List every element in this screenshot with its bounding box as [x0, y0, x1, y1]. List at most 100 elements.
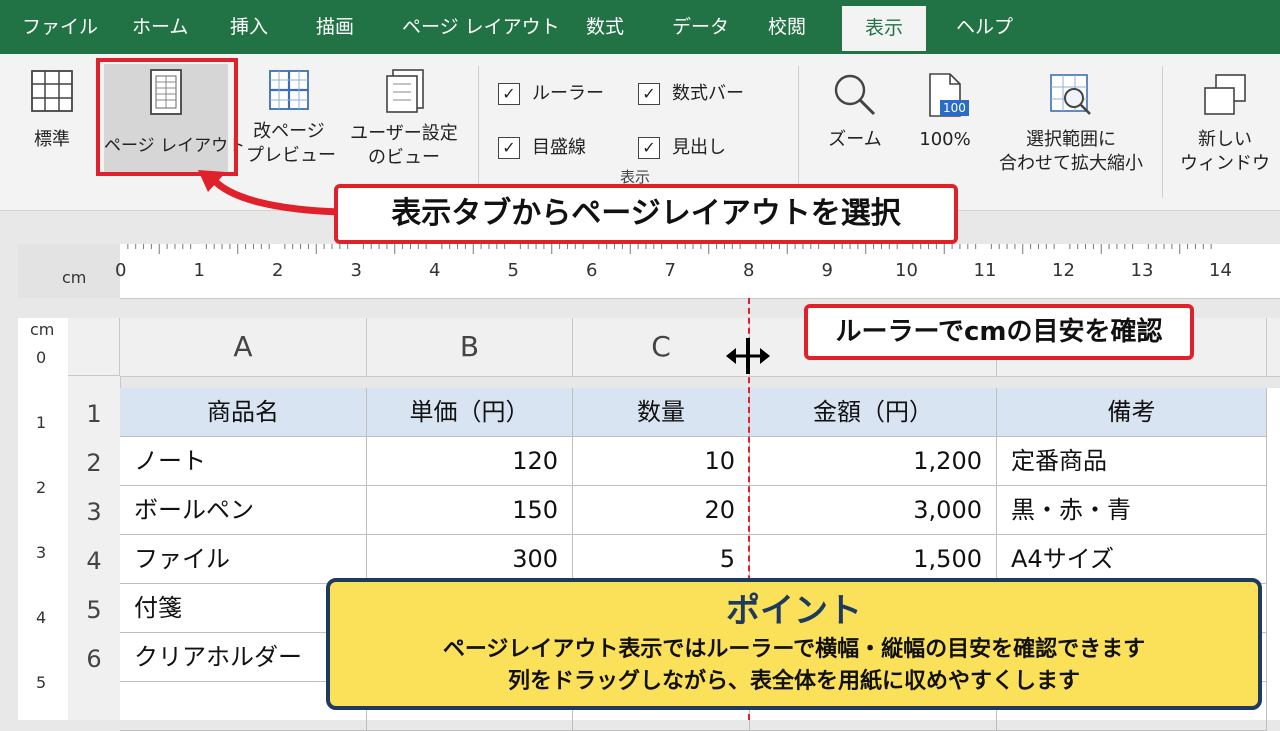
- ruler-number: 8: [743, 260, 755, 281]
- ruler-number: 10: [895, 260, 918, 281]
- formula-bar-label: 数式バー: [672, 83, 744, 104]
- vruler-unit-label: cm: [30, 320, 55, 339]
- custom-views-icon: [386, 69, 424, 113]
- normal-view-label: 標準: [34, 129, 70, 150]
- ruler-number: 1: [193, 260, 205, 281]
- column-header-b[interactable]: B: [367, 318, 573, 376]
- headings-checkbox[interactable]: ✓ 見出し: [638, 134, 726, 162]
- table-cell[interactable]: 20: [573, 486, 750, 535]
- ruler-ticks: [127, 244, 1212, 254]
- tab-data[interactable]: データ: [672, 0, 729, 54]
- table-cell[interactable]: 黒・赤・青: [997, 486, 1267, 535]
- table-cell[interactable]: 定番商品: [997, 437, 1267, 486]
- tab-insert[interactable]: 挿入: [230, 0, 268, 54]
- zoom-selection-label-2: 合わせて拡大縮小: [999, 153, 1143, 174]
- table-cell[interactable]: 3,000: [750, 486, 997, 535]
- row-header-1[interactable]: 1: [68, 400, 120, 428]
- custom-views-label-1: ユーザー設定: [350, 123, 458, 144]
- page-break-label-1: 改ページ: [253, 121, 325, 142]
- check-icon: ✓: [638, 83, 660, 105]
- table-cell[interactable]: 5: [573, 535, 750, 584]
- tab-view[interactable]: 表示: [842, 6, 926, 54]
- callout-ruler-check: ルーラーでcmの目安を確認: [804, 304, 1194, 360]
- ruler-checkbox[interactable]: ✓ ルーラー: [498, 80, 604, 108]
- tab-home[interactable]: ホーム: [132, 0, 188, 54]
- column-header-a[interactable]: A: [120, 318, 367, 376]
- row-header-3[interactable]: 3: [68, 498, 120, 526]
- table-cell[interactable]: A4サイズ: [997, 535, 1267, 584]
- zoom-label: ズーム: [828, 129, 882, 150]
- table-cell[interactable]: ボールペン: [120, 486, 367, 535]
- table-cell[interactable]: 150: [367, 486, 573, 535]
- row-header-5[interactable]: 5: [68, 596, 120, 624]
- table-header-cell[interactable]: 商品名: [120, 388, 367, 437]
- table-cell[interactable]: 300: [367, 535, 573, 584]
- table-header-cell[interactable]: 金額（円）: [750, 388, 997, 437]
- column-resize-cursor-icon[interactable]: [724, 336, 772, 376]
- table-cell[interactable]: 1,500: [750, 535, 997, 584]
- ribbon-separator: [1162, 66, 1163, 198]
- normal-view-button[interactable]: 標準: [20, 68, 84, 152]
- select-all-corner[interactable]: [68, 318, 120, 376]
- ribbon-separator: [478, 66, 479, 198]
- ruler-number: 9: [821, 260, 833, 281]
- table-cell[interactable]: ファイル: [120, 535, 367, 584]
- magnifier-icon: [834, 74, 876, 116]
- zoom-selection-label-1: 選択範囲に: [1026, 129, 1116, 150]
- badge-100: 100: [940, 100, 969, 116]
- tab-review[interactable]: 校閲: [768, 0, 806, 54]
- page-break-preview-button[interactable]: 改ページ プレビュー: [246, 68, 336, 168]
- point-box: ポイント ページレイアウト表示ではルーラーで横幅・縦幅の目安を確認できます 列を…: [326, 578, 1262, 710]
- ruler-number: 0: [115, 260, 127, 281]
- tab-formulas[interactable]: 数式: [586, 0, 624, 54]
- page-break-label-2: プレビュー: [246, 145, 336, 166]
- gridlines-checkbox[interactable]: ✓ 目盛線: [498, 134, 586, 162]
- table-header-cell[interactable]: 数量: [573, 388, 750, 437]
- tab-draw[interactable]: 描画: [316, 0, 354, 54]
- ribbon-tab-bar: ファイル ホーム 挿入 描画 ページ レイアウト 数式 データ 校閲 表示 ヘル…: [0, 0, 1280, 54]
- row-headers: 1 2 3 4 5 6: [68, 376, 121, 720]
- gridlines-label: 目盛線: [532, 137, 586, 158]
- ruler-unit-label: cm: [62, 268, 87, 287]
- page-100-icon: 100: [922, 72, 969, 118]
- row-header-2[interactable]: 2: [68, 449, 120, 477]
- row-header-6[interactable]: 6: [68, 645, 120, 673]
- vruler-number: 2: [36, 478, 47, 497]
- ribbon-separator: [798, 66, 799, 198]
- zoom-button[interactable]: ズーム: [820, 72, 890, 152]
- point-line-1: ページレイアウト表示ではルーラーで横幅・縦幅の目安を確認できます: [442, 637, 1146, 662]
- zoom-100-button[interactable]: 100 100%: [910, 72, 980, 152]
- ruler-number: 4: [429, 260, 441, 281]
- tab-page-layout[interactable]: ページ レイアウト: [402, 0, 560, 54]
- vruler-number: 4: [36, 608, 47, 627]
- custom-views-button[interactable]: ユーザー設定 のビュー: [346, 68, 462, 170]
- ruler-number: 6: [586, 260, 598, 281]
- new-window-button[interactable]: 新しい ウィンドウ: [1180, 72, 1270, 176]
- ruler-number: 12: [1052, 260, 1075, 281]
- zoom-to-selection-button[interactable]: 選択範囲に 合わせて拡大縮小: [996, 72, 1146, 176]
- new-window-label-2: ウィンドウ: [1180, 153, 1270, 174]
- zoom-selection-icon: [1050, 74, 1091, 115]
- zoom-100-label: 100%: [919, 129, 971, 150]
- tab-help[interactable]: ヘルプ: [956, 0, 1013, 54]
- table-header-cell[interactable]: 単価（円）: [367, 388, 573, 437]
- table-cell[interactable]: ノート: [120, 437, 367, 486]
- point-title: ポイント: [726, 591, 862, 631]
- vruler-number: 5: [36, 673, 47, 692]
- vruler-number: 3: [36, 543, 47, 562]
- tab-file[interactable]: ファイル: [22, 0, 98, 54]
- point-line-2: 列をドラッグしながら、表全体を用紙に収めやすくします: [507, 669, 1080, 694]
- table-header-cell[interactable]: 備考: [997, 388, 1267, 437]
- ruler-number: 5: [507, 260, 519, 281]
- table-cell[interactable]: 120: [367, 437, 573, 486]
- grid-icon: [31, 70, 73, 112]
- ruler-number: 13: [1130, 260, 1154, 281]
- ruler-number: 11: [973, 260, 997, 281]
- custom-views-label-2: のビュー: [368, 147, 440, 168]
- check-icon: ✓: [498, 83, 520, 105]
- new-window-label-1: 新しい: [1198, 129, 1252, 150]
- formula-bar-checkbox[interactable]: ✓ 数式バー: [638, 80, 744, 108]
- table-cell[interactable]: 1,200: [750, 437, 997, 486]
- row-header-4[interactable]: 4: [68, 547, 120, 575]
- table-cell[interactable]: 10: [573, 437, 750, 486]
